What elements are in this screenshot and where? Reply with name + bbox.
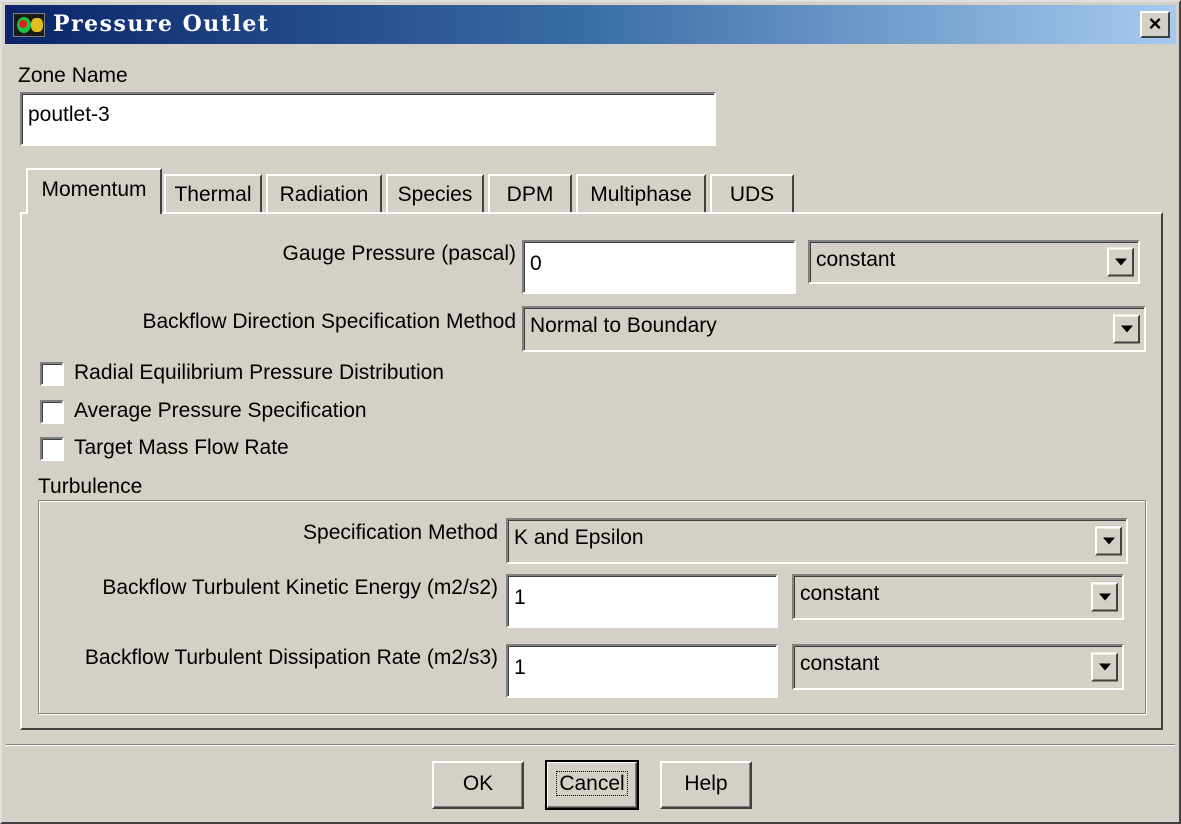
- tab-label: DPM: [506, 183, 554, 206]
- tab-thermal[interactable]: Thermal: [164, 174, 262, 214]
- dissipation-rate-method-select[interactable]: constant: [792, 644, 1124, 690]
- spec-method-select[interactable]: K and Epsilon: [506, 518, 1128, 564]
- select-value: constant: [800, 652, 880, 675]
- tab-dpm[interactable]: DPM: [488, 174, 572, 214]
- cancel-button[interactable]: Cancel: [545, 760, 639, 810]
- zone-name-label: Zone Name: [18, 64, 128, 87]
- gauge-pressure-input[interactable]: 0: [522, 240, 796, 294]
- chevron-down-icon[interactable]: [1091, 582, 1118, 612]
- average-pressure-label: Average Pressure Specification: [74, 399, 367, 422]
- target-mass-flow-label: Target Mass Flow Rate: [74, 436, 289, 459]
- pressure-outlet-dialog: Pressure Outlet × Zone Name poutlet-3 Mo…: [0, 0, 1181, 824]
- chevron-down-icon[interactable]: [1095, 526, 1122, 556]
- radial-equilibrium-checkbox[interactable]: [40, 362, 64, 386]
- kinetic-energy-label: Backflow Turbulent Kinetic Energy (m2/s2…: [102, 576, 498, 599]
- chevron-down-icon[interactable]: [1107, 247, 1134, 277]
- backflow-direction-label: Backflow Direction Specification Method: [142, 310, 516, 333]
- help-button[interactable]: Help: [660, 761, 752, 809]
- tab-label: Radiation: [279, 183, 369, 206]
- kinetic-energy-method-select[interactable]: constant: [792, 574, 1124, 620]
- radial-equilibrium-label: Radial Equilibrium Pressure Distribution: [74, 361, 444, 384]
- tab-momentum[interactable]: Momentum: [26, 168, 162, 214]
- ok-button[interactable]: OK: [432, 761, 524, 809]
- tab-label: Species: [397, 183, 473, 206]
- close-button[interactable]: ×: [1140, 11, 1170, 38]
- tab-label: Multiphase: [590, 183, 692, 206]
- tab-species[interactable]: Species: [386, 174, 484, 214]
- button-label: OK: [462, 772, 494, 795]
- backflow-direction-select[interactable]: Normal to Boundary: [522, 306, 1146, 352]
- button-label: Help: [684, 772, 728, 795]
- select-value: Normal to Boundary: [530, 314, 717, 337]
- title-bar[interactable]: Pressure Outlet ×: [5, 5, 1176, 44]
- tab-multiphase[interactable]: Multiphase: [576, 174, 706, 214]
- chevron-down-icon[interactable]: [1113, 314, 1140, 344]
- tab-label: Thermal: [174, 183, 252, 206]
- dissipation-rate-label: Backflow Turbulent Dissipation Rate (m2/…: [84, 646, 498, 669]
- tab-label: Momentum: [41, 178, 147, 201]
- kinetic-energy-input[interactable]: 1: [506, 574, 778, 628]
- tab-uds[interactable]: UDS: [710, 174, 794, 214]
- select-value: K and Epsilon: [514, 526, 644, 549]
- target-mass-flow-checkbox[interactable]: [40, 437, 64, 461]
- dissipation-rate-input[interactable]: 1: [506, 644, 778, 698]
- select-value: constant: [816, 248, 896, 271]
- button-label: Cancel: [556, 771, 628, 796]
- select-value: constant: [800, 582, 880, 605]
- fluent-app-icon: [13, 13, 45, 37]
- button-separator: [6, 744, 1175, 746]
- close-icon: ×: [1148, 11, 1162, 36]
- tab-radiation[interactable]: Radiation: [266, 174, 382, 214]
- chevron-down-icon[interactable]: [1091, 652, 1118, 682]
- turbulence-group-label: Turbulence: [38, 475, 143, 498]
- zone-name-input[interactable]: poutlet-3: [20, 92, 716, 146]
- gauge-pressure-label: Gauge Pressure (pascal): [282, 242, 516, 265]
- spec-method-label: Specification Method: [303, 521, 498, 544]
- gauge-pressure-method-select[interactable]: constant: [808, 240, 1140, 284]
- window-title: Pressure Outlet: [53, 11, 270, 37]
- tab-label: UDS: [729, 183, 775, 206]
- average-pressure-checkbox[interactable]: [40, 400, 64, 424]
